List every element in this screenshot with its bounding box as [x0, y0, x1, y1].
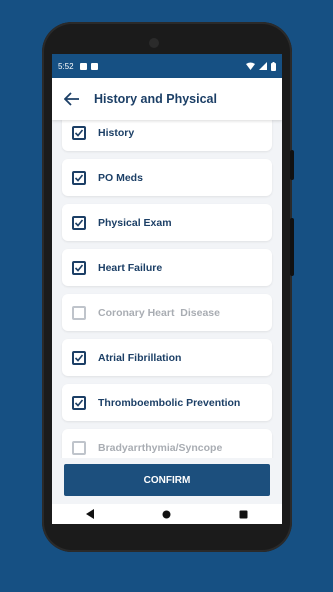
check-icon — [74, 263, 84, 272]
recents-square-icon[interactable] — [239, 510, 248, 519]
item-label: Atrial Fibrillation — [98, 351, 182, 364]
check-icon — [74, 353, 84, 362]
notification-icon — [79, 62, 87, 70]
check-icon — [74, 173, 84, 182]
nav-bar — [52, 504, 282, 524]
sim-icon — [90, 62, 98, 70]
wifi-icon — [246, 62, 255, 70]
footer: CONFIRM — [52, 458, 282, 504]
battery-icon — [271, 61, 276, 71]
list-item-atrial-fibrillation[interactable]: Atrial Fibrillation — [62, 339, 272, 376]
screen: 5:52 History and Physical History PO Med… — [52, 54, 282, 524]
side-button — [290, 150, 294, 180]
item-label: Thromboembolic Prevention — [98, 396, 241, 409]
item-label: Heart Failure — [98, 261, 163, 274]
front-camera — [149, 38, 159, 48]
list-item-heart-failure[interactable]: Heart Failure — [62, 249, 272, 286]
check-icon — [74, 128, 84, 137]
check-icon — [74, 398, 84, 407]
status-time: 5:52 — [58, 61, 74, 71]
item-label: PO Meds — [98, 171, 143, 184]
checkbox[interactable] — [72, 395, 86, 410]
item-label: Physical Exam — [98, 216, 172, 229]
app-bar: History and Physical — [52, 78, 282, 120]
back-button[interactable] — [62, 89, 82, 109]
status-bar: 5:52 — [52, 54, 282, 78]
home-circle-icon[interactable] — [162, 510, 171, 519]
confirm-button[interactable]: CONFIRM — [64, 464, 270, 496]
checkbox[interactable] — [72, 170, 86, 185]
checkbox[interactable] — [72, 305, 86, 320]
check-icon — [74, 218, 84, 227]
volume-button — [290, 218, 294, 276]
list-item-thromboembolic-prevention[interactable]: Thromboembolic Prevention — [62, 384, 272, 421]
item-label: History — [98, 126, 135, 139]
back-triangle-icon[interactable] — [85, 509, 95, 519]
item-label: Bradyarrthymia/Syncope — [98, 441, 223, 454]
signal-icon — [259, 62, 267, 70]
item-label: Coronary Heart Disease — [98, 306, 220, 319]
checkbox[interactable] — [72, 440, 86, 455]
arrow-left-icon — [64, 92, 79, 106]
page-title: History and Physical — [94, 92, 217, 106]
list-item-physical-exam[interactable]: Physical Exam — [62, 204, 272, 241]
checkbox[interactable] — [72, 350, 86, 365]
checkbox[interactable] — [72, 260, 86, 275]
list-item-po-meds[interactable]: PO Meds — [62, 159, 272, 196]
list-item-coronary-heart-disease[interactable]: Coronary Heart Disease — [62, 294, 272, 331]
checkbox[interactable] — [72, 215, 86, 230]
checkbox[interactable] — [72, 125, 86, 140]
